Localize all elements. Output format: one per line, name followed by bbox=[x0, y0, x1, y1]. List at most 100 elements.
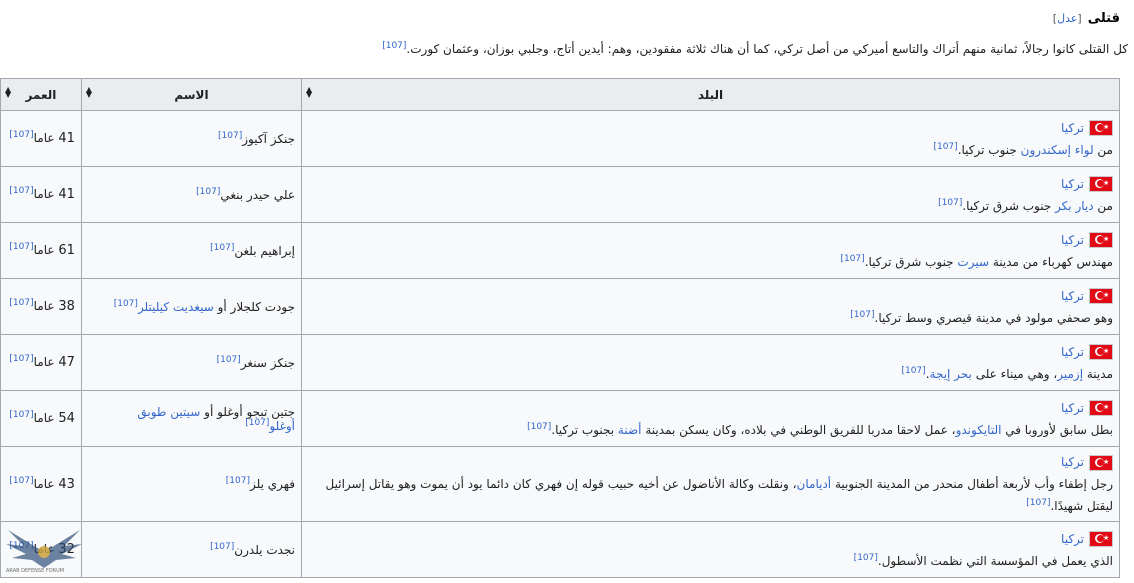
intro-text: كل القتلى كانوا رجالاً، ثمانية منهم أترا… bbox=[406, 42, 1128, 56]
flag-star-icon: ★ bbox=[1103, 457, 1110, 466]
wiki-link[interactable]: إزمير bbox=[1057, 367, 1083, 381]
turkey-flag-icon: ★ bbox=[1089, 120, 1113, 136]
age-cell: 54 عاما[107] bbox=[0, 390, 82, 447]
wiki-link[interactable]: أضنة bbox=[618, 423, 642, 437]
country-cell: ★ تركيا من ديار بكر جنوب شرق تركيا.[107] bbox=[301, 166, 1120, 223]
citation-ref[interactable]: [107] bbox=[527, 422, 551, 432]
text-segment: جتين تبجو أوغلو أو bbox=[200, 404, 295, 419]
country-link[interactable]: تركيا bbox=[1061, 121, 1084, 135]
country-cell: ★ تركيا مهندس كهرباء من مدينة سيرت جنوب شر… bbox=[301, 222, 1120, 279]
edit-link[interactable]: عدل bbox=[1057, 12, 1077, 25]
casualties-table: البلد ▲ ▼ الاسم ▲ ▼ العمر ▲ ▼ ★ تركيا من لواء إس… bbox=[0, 78, 1120, 578]
text-segment: جنوب شرق تركيا. bbox=[864, 254, 958, 269]
wiki-link[interactable]: أديامان bbox=[797, 477, 832, 491]
country-line: ★ تركيا bbox=[308, 451, 1113, 473]
wiki-link[interactable]: بحر إيجة bbox=[930, 367, 972, 381]
turkey-flag-icon: ★ bbox=[1089, 344, 1113, 360]
wiki-link[interactable]: لواء إسكندرون bbox=[1021, 143, 1094, 157]
watermark-brand: ARAB DEFENSE FORUM bbox=[6, 568, 65, 574]
text-segment: بطل سابق لأوروبا في bbox=[1001, 422, 1113, 437]
victim-description: من لواء إسكندرون جنوب تركيا.[107] bbox=[308, 139, 1113, 161]
country-link[interactable]: تركيا bbox=[1061, 345, 1084, 359]
sort-icon[interactable]: ▲ ▼ bbox=[5, 86, 11, 99]
name-cell: جودت كلجلار أو سيغديت كيليتلر[107] bbox=[80, 278, 303, 335]
text-segment: جنكز سنغر bbox=[240, 355, 295, 370]
section-title: قتلى bbox=[1087, 11, 1120, 26]
flag-star-icon: ★ bbox=[1103, 347, 1110, 355]
country-link[interactable]: تركيا bbox=[1061, 177, 1084, 191]
age-number: 54 bbox=[58, 411, 75, 426]
citation-ref[interactable]: [107] bbox=[850, 310, 874, 320]
citation-ref[interactable]: [107] bbox=[840, 254, 864, 264]
citation-ref[interactable]: [107] bbox=[901, 366, 925, 376]
text-segment: جنوب شرق تركيا. bbox=[962, 198, 1056, 213]
citation-ref[interactable]: [107] bbox=[9, 354, 33, 364]
country-link[interactable]: تركيا bbox=[1061, 289, 1084, 303]
country-line: ★ تركيا bbox=[308, 229, 1113, 251]
text-segment: الذي يعمل في المؤسسة التي نظمت الأسطول. bbox=[877, 553, 1113, 568]
citation-ref[interactable]: [107] bbox=[9, 130, 33, 140]
citation-ref[interactable]: [107] bbox=[9, 410, 33, 420]
wiki-link[interactable]: ديار بكر bbox=[1055, 199, 1094, 213]
wiki-link[interactable]: سيغديت كيليتلر bbox=[138, 300, 214, 314]
header-label: العمر bbox=[25, 87, 57, 102]
flag-star-icon: ★ bbox=[1103, 179, 1110, 187]
country-link[interactable]: تركيا bbox=[1061, 233, 1084, 247]
column-header-age[interactable]: العمر ▲ ▼ bbox=[0, 78, 82, 111]
citation-ref[interactable]: [107] bbox=[9, 298, 33, 308]
turkey-flag-icon: ★ bbox=[1089, 531, 1113, 547]
text-segment: رجل إطفاء وأب لأربعة أطفال منحدر من المد… bbox=[831, 477, 1113, 491]
victim-description: مهندس كهرباء من مدينة سيرت جنوب شرق تركي… bbox=[308, 251, 1113, 273]
sort-icon[interactable]: ▲ ▼ bbox=[306, 86, 312, 99]
citation-ref[interactable]: [107] bbox=[196, 187, 220, 197]
country-link[interactable]: تركيا bbox=[1061, 455, 1084, 469]
country-link[interactable]: تركيا bbox=[1061, 401, 1084, 415]
victim-description: بطل سابق لأوروبا في التايكوندو، عمل لاحق… bbox=[308, 419, 1113, 441]
turkey-flag-icon: ★ bbox=[1089, 454, 1113, 471]
citation-ref[interactable]: [107] bbox=[854, 553, 878, 563]
edit-bracket-open: [ bbox=[1077, 12, 1082, 25]
country-line: ★ تركيا bbox=[308, 528, 1113, 550]
turkey-flag-icon: ★ bbox=[1089, 288, 1113, 304]
age-number: 47 bbox=[58, 355, 75, 370]
text-segment: نجدت يلدرن bbox=[234, 542, 295, 557]
citation-ref[interactable]: [107] bbox=[9, 186, 33, 196]
flag-star-icon: ★ bbox=[1103, 123, 1110, 131]
citation-ref[interactable]: [107] bbox=[933, 142, 957, 152]
age-unit: عاما bbox=[33, 243, 59, 257]
column-header-name[interactable]: الاسم ▲ ▼ bbox=[80, 78, 303, 111]
age-cell: 41 عاما[107] bbox=[0, 110, 82, 167]
citation-ref[interactable]: [107] bbox=[114, 299, 138, 309]
turkey-flag-icon: ★ bbox=[1089, 176, 1113, 192]
citation-ref[interactable]: [107] bbox=[9, 476, 33, 486]
citation-ref[interactable]: [107] bbox=[9, 242, 33, 252]
text-segment: مدينة bbox=[1083, 366, 1113, 381]
text-segment: ، عمل لاحقا مدربا للفريق الوطني في بلاده… bbox=[641, 422, 956, 437]
text-segment: جنوب تركيا. bbox=[957, 142, 1021, 157]
country-line: ★ تركيا bbox=[308, 285, 1113, 307]
citation-ref[interactable]: [107] bbox=[938, 198, 962, 208]
age-unit: عاما bbox=[33, 187, 59, 201]
header-label: البلد bbox=[697, 87, 724, 102]
age-unit: عاما bbox=[33, 476, 59, 491]
country-link[interactable]: تركيا bbox=[1061, 532, 1084, 546]
citation-ref[interactable]: [107] bbox=[382, 41, 406, 51]
citation-ref[interactable]: [107] bbox=[1026, 498, 1050, 508]
age-number: 38 bbox=[58, 299, 75, 314]
wiki-link[interactable]: سيرت bbox=[957, 255, 989, 269]
flag-star-icon: ★ bbox=[1103, 403, 1110, 411]
flag-star-icon: ★ bbox=[1103, 534, 1110, 542]
country-line: ★ تركيا bbox=[308, 117, 1113, 139]
citation-ref[interactable]: [107] bbox=[226, 476, 250, 486]
age-cell: 43 عاما[107] bbox=[0, 446, 82, 522]
wiki-link[interactable]: التايكوندو bbox=[956, 423, 1002, 437]
text-segment: وهو صحفي مولود في مدينة قيصري وسط تركيا. bbox=[874, 310, 1114, 325]
citation-ref[interactable]: [107] bbox=[210, 542, 234, 552]
citation-ref[interactable]: [107] bbox=[217, 355, 241, 365]
column-header-country[interactable]: البلد ▲ ▼ bbox=[301, 78, 1120, 111]
citation-ref[interactable]: [107] bbox=[218, 131, 242, 141]
intro-paragraph: كل القتلى كانوا رجالاً، ثمانية منهم أترا… bbox=[380, 41, 1128, 57]
citation-ref[interactable]: [107] bbox=[210, 243, 234, 253]
citation-ref[interactable]: [107] bbox=[245, 418, 269, 428]
sort-icon[interactable]: ▲ ▼ bbox=[86, 86, 92, 99]
